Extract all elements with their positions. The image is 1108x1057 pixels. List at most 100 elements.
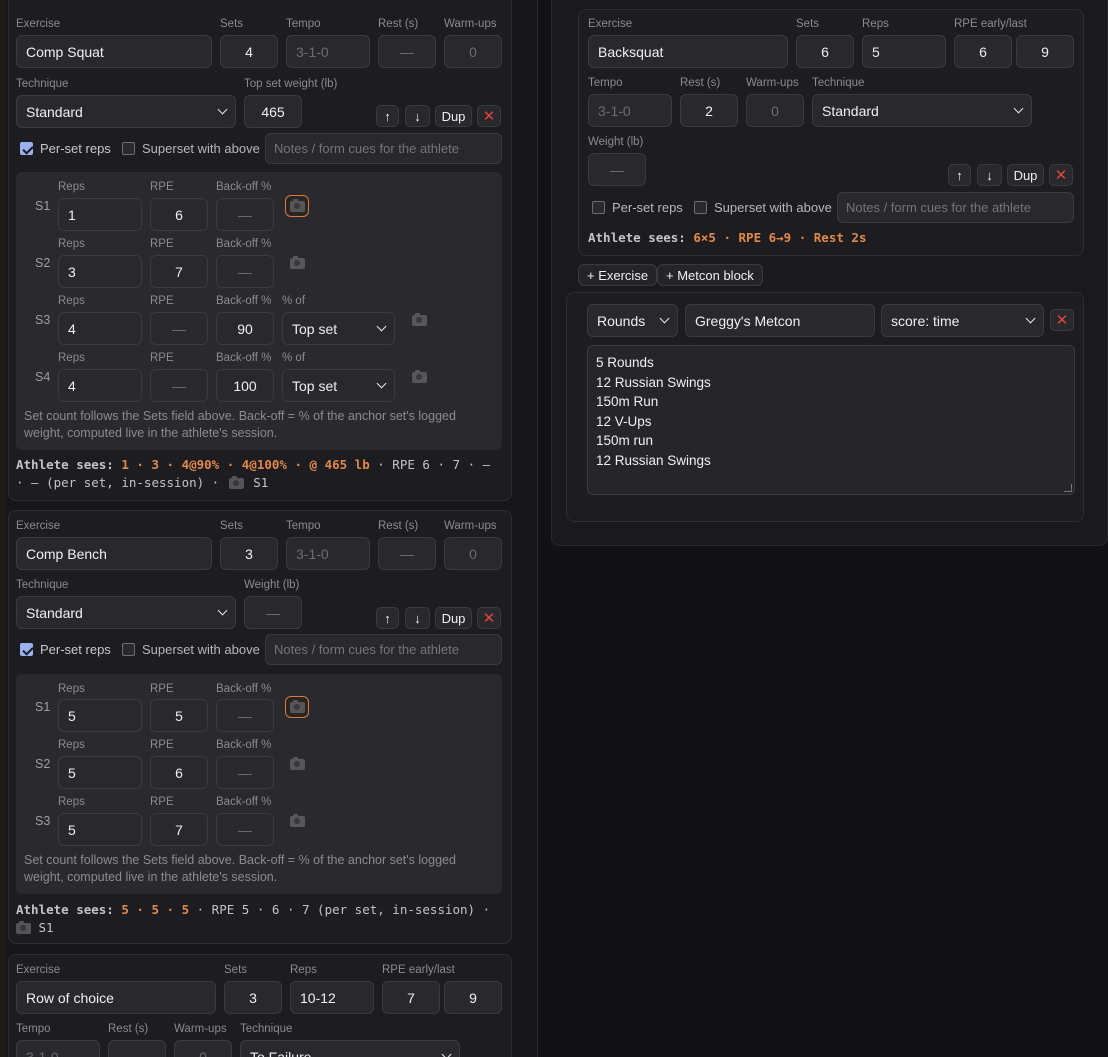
exercise-label: Exercise [16,520,61,532]
move-up-button[interactable]: ↑ [376,105,399,127]
exercise-name-input[interactable]: Comp Squat [16,35,212,68]
set-rpe-input[interactable]: 5 [150,699,208,732]
top-set-weight-input[interactable]: 465 [244,95,302,128]
tempo-input[interactable]: 3-1-0 [286,537,370,570]
move-down-button[interactable]: ↓ [405,105,430,127]
camera-anchor-toggle[interactable] [285,696,309,718]
set-backoff-input[interactable]: — [216,255,274,288]
exercise-name-input[interactable]: Backsquat [588,35,788,68]
move-down-button[interactable]: ↓ [977,164,1002,186]
pct-of-select[interactable]: Top set [282,312,395,345]
sets-input[interactable]: 3 [224,981,282,1014]
exercise-name-input[interactable]: Row of choice [16,981,216,1014]
delete-metcon-button[interactable]: ✕ [1050,309,1074,331]
metcon-score-value: score: time [891,312,960,329]
rpe-last-input[interactable]: 9 [1016,35,1074,68]
set-backoff-input[interactable]: 90 [216,312,274,345]
per-set-reps-checkbox[interactable]: Per-set reps [592,200,683,215]
delete-exercise-button[interactable]: ✕ [477,607,501,629]
rest-input[interactable]: — [378,537,436,570]
set-backoff-input[interactable]: — [216,198,274,231]
camera-icon [16,920,31,934]
superset-checkbox[interactable]: Superset with above [122,642,260,657]
checkbox-checked-icon [20,643,33,656]
warmups-input[interactable]: 0 [444,35,502,68]
set-reps-input[interactable]: 5 [58,813,142,846]
exercise-name-input[interactable]: Comp Bench [16,537,212,570]
set-rpe-input[interactable]: — [150,312,208,345]
resize-handle-icon[interactable] [1064,484,1072,492]
rpe-early-input[interactable]: 7 [382,981,440,1014]
reps-input[interactable]: 10-12 [290,981,374,1014]
sets-input[interactable]: 4 [220,35,278,68]
pct-of-select[interactable]: Top set [282,369,395,402]
camera-anchor-toggle[interactable] [285,195,309,217]
set-rpe-input[interactable]: 7 [150,255,208,288]
notes-input[interactable]: Notes / form cues for the athlete [837,192,1074,223]
duplicate-button[interactable]: Dup [435,607,472,629]
weight-input[interactable]: — [244,596,302,629]
rest-input[interactable]: — [378,35,436,68]
set-reps-input[interactable]: 5 [58,756,142,789]
sets-input[interactable]: 3 [220,537,278,570]
metcon-type-select[interactable]: Rounds [587,304,678,337]
technique-select[interactable]: Standard [16,596,236,629]
rpe-early-input[interactable]: 6 [954,35,1012,68]
per-set-reps-checkbox[interactable]: Per-set reps [20,642,111,657]
metcon-score-select[interactable]: score: time [881,304,1044,337]
set-backoff-input[interactable]: — [216,699,274,732]
camera-anchor-toggle[interactable] [407,309,431,331]
move-up-button[interactable]: ↑ [376,607,399,629]
set-backoff-input[interactable]: — [216,756,274,789]
technique-select[interactable]: Standard [16,95,236,128]
camera-anchor-toggle[interactable] [285,810,309,832]
technique-select[interactable]: Standard [812,94,1032,127]
sets-input[interactable]: 6 [796,35,854,68]
delete-exercise-button[interactable]: ✕ [477,105,501,127]
rpe-last-input[interactable]: 9 [444,981,502,1014]
metcon-description-textarea[interactable]: 5 Rounds 12 Russian Swings 150m Run 12 V… [587,345,1075,495]
delete-exercise-button[interactable]: ✕ [1049,164,1073,186]
move-down-button[interactable]: ↓ [405,607,430,629]
notes-input[interactable]: Notes / form cues for the athlete [265,634,502,665]
warmups-input[interactable]: 0 [746,94,804,127]
set-backoff-input[interactable]: — [216,813,274,846]
camera-anchor-toggle[interactable] [407,366,431,388]
reps-input[interactable]: 5 [862,35,946,68]
athlete-sees-anchor: S1 [245,475,269,490]
warmups-input[interactable]: 0 [444,537,502,570]
set-backoff-input[interactable]: 100 [216,369,274,402]
set-count-footnote: Set count follows the Sets field above. … [24,409,456,440]
per-set-reps-checkbox[interactable]: Per-set reps [20,141,111,156]
rest-input[interactable]: 2 [680,94,738,127]
camera-anchor-toggle[interactable] [285,753,309,775]
superset-checkbox[interactable]: Superset with above [694,200,832,215]
tempo-input[interactable]: 3-1-0 [16,1040,100,1057]
duplicate-button[interactable]: Dup [1007,164,1044,186]
set-rpe-input[interactable]: 7 [150,813,208,846]
metcon-name-input[interactable]: Greggy's Metcon [685,304,875,337]
superset-checkbox[interactable]: Superset with above [122,141,260,156]
set-reps-input[interactable]: 1 [58,198,142,231]
set-reps-input[interactable]: 4 [58,312,142,345]
move-up-button[interactable]: ↑ [948,164,971,186]
set-rpe-input[interactable]: — [150,369,208,402]
set-reps-input[interactable]: 5 [58,699,142,732]
technique-value: Standard [26,103,83,120]
rest-input[interactable]: — [108,1040,166,1057]
warmups-input[interactable]: 0 [174,1040,232,1057]
set-rpe-input[interactable]: 6 [150,756,208,789]
tempo-input[interactable]: 3-1-0 [588,94,672,127]
metcon-line: 12 V-Ups [596,413,652,429]
notes-input[interactable]: Notes / form cues for the athlete [265,133,502,164]
duplicate-button[interactable]: Dup [435,105,472,127]
add-exercise-button[interactable]: + Exercise [578,264,658,286]
tempo-input[interactable]: 3-1-0 [286,35,370,68]
weight-input[interactable]: — [588,153,646,186]
technique-select[interactable]: To Failure [240,1040,460,1057]
set-rpe-input[interactable]: 6 [150,198,208,231]
set-reps-input[interactable]: 3 [58,255,142,288]
set-reps-input[interactable]: 4 [58,369,142,402]
add-metcon-block-button[interactable]: + Metcon block [657,264,763,286]
camera-anchor-toggle[interactable] [285,252,309,274]
